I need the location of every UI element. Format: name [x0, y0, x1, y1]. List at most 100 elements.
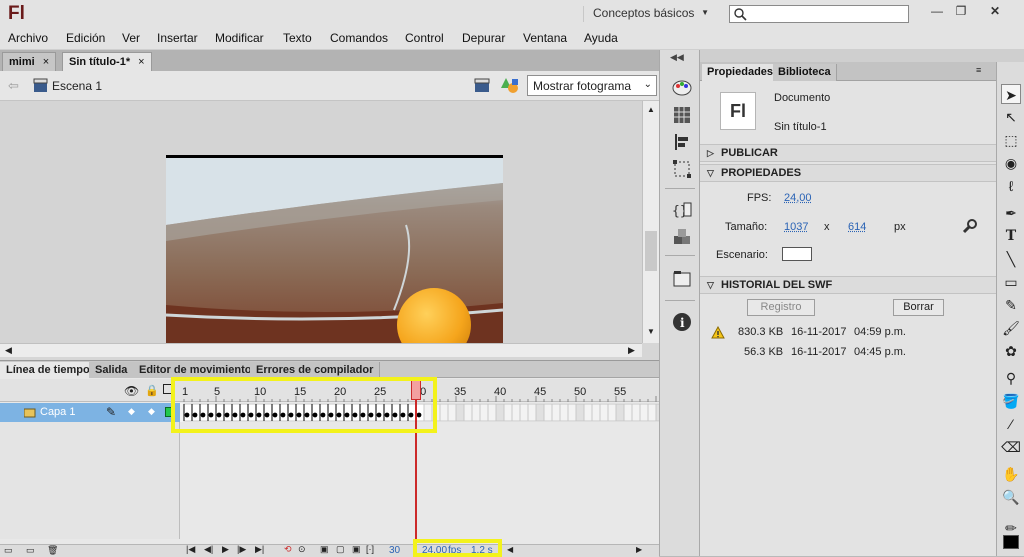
scroll-right-icon[interactable]: ▶ — [628, 345, 635, 356]
layer-name[interactable]: Capa 1 — [40, 406, 75, 418]
pencil-tool-icon[interactable]: ✎ — [1001, 295, 1021, 315]
frame-cell[interactable] — [591, 403, 601, 422]
menu-edicion[interactable]: Edición — [66, 31, 105, 45]
section-properties[interactable]: ▽ PROPIEDADES — [700, 164, 996, 182]
frame-cell[interactable] — [471, 403, 481, 422]
tab-compiler-errors[interactable]: Errores de compilador — [250, 362, 381, 378]
menu-texto[interactable]: Texto — [283, 31, 312, 45]
eraser-tool-icon[interactable]: ⌫ — [1001, 437, 1021, 457]
frame-cell[interactable] — [607, 403, 617, 422]
step-back-icon[interactable]: ◀| — [204, 544, 213, 555]
scroll-left-icon[interactable]: ◀ — [507, 545, 513, 554]
edit-symbols-icon[interactable] — [500, 76, 522, 96]
scroll-right-icon[interactable]: ▶ — [636, 545, 642, 554]
stage-horizontal-scrollbar[interactable]: ◀ ▶ — [0, 343, 642, 357]
wrench-icon[interactable] — [961, 219, 977, 235]
color-palette-icon[interactable] — [672, 78, 692, 98]
frame-cell[interactable] — [447, 403, 457, 422]
frame-cell[interactable] — [519, 403, 529, 422]
frame-cell[interactable] — [503, 403, 513, 422]
menu-ver[interactable]: Ver — [122, 31, 140, 45]
scroll-down-icon[interactable]: ▼ — [647, 327, 655, 336]
hand-tool-icon[interactable]: ✋ — [1001, 464, 1021, 484]
stage-color-swatch[interactable] — [782, 247, 812, 261]
log-button[interactable]: Registro — [747, 299, 815, 316]
align-icon[interactable] — [672, 132, 692, 152]
step-forward-icon[interactable]: |▶ — [237, 544, 246, 555]
edit-multiple-icon[interactable]: ▣ — [352, 544, 361, 555]
loop-icon[interactable]: ⟲ — [284, 544, 292, 555]
menu-ventana[interactable]: Ventana — [523, 31, 567, 45]
onion-outline-icon[interactable]: ▢ — [336, 544, 345, 555]
menu-insertar[interactable]: Insertar — [157, 31, 198, 45]
swatches-icon[interactable] — [672, 105, 692, 125]
frame-cell[interactable] — [511, 403, 521, 422]
info-icon[interactable]: i — [672, 312, 692, 332]
play-icon[interactable]: ▶ — [222, 544, 229, 555]
edit-scene-icon[interactable] — [474, 77, 492, 95]
back-arrow-icon[interactable]: ⇦ — [8, 78, 19, 94]
tab-library[interactable]: Biblioteca — [773, 64, 837, 81]
pen-tool-icon[interactable]: ✒ — [1001, 203, 1021, 223]
selection-tool-icon[interactable]: ➤ — [1001, 84, 1021, 104]
frame-cell[interactable] — [599, 403, 609, 422]
restore-button[interactable]: ❐ — [946, 1, 976, 21]
trash-icon[interactable]: 🗑 — [47, 545, 58, 556]
frame-cell[interactable] — [559, 403, 569, 422]
frame-cell[interactable] — [639, 403, 649, 422]
collapse-icon[interactable]: ◀◀ — [670, 52, 684, 63]
panel-menu-icon[interactable]: ≡ — [976, 65, 981, 75]
tab-timeline[interactable]: Línea de tiempo — [0, 362, 97, 378]
frame-cell[interactable] — [543, 403, 553, 422]
lock-icon[interactable]: 🔒 — [145, 384, 159, 397]
menu-comandos[interactable]: Comandos — [330, 31, 388, 45]
frame-cell[interactable] — [487, 403, 497, 422]
menu-modificar[interactable]: Modificar — [215, 31, 264, 45]
paint-bucket-tool-icon[interactable]: 🪣 — [1001, 391, 1021, 411]
fill-color-icon[interactable] — [1001, 534, 1021, 554]
frame-cell[interactable] — [631, 403, 641, 422]
lock-dot[interactable]: ◆ — [148, 406, 155, 417]
stage-vertical-scrollbar[interactable]: ▲ ▼ — [642, 101, 659, 343]
layer-row[interactable]: Capa 1 ✎ ◆ ◆ — [0, 403, 180, 422]
section-swf-history[interactable]: ▽ HISTORIAL DEL SWF — [700, 276, 996, 294]
frame-cell[interactable] — [463, 403, 473, 422]
frame-cell[interactable] — [567, 403, 577, 422]
view-select[interactable]: Mostrar fotograma ⌄ — [527, 75, 657, 96]
go-last-icon[interactable]: ▶| — [255, 544, 264, 555]
3d-rotation-tool-icon[interactable]: ◉ — [1001, 153, 1021, 173]
library-icon[interactable] — [672, 269, 692, 289]
components-icon[interactable] — [672, 227, 692, 247]
deco-tool-icon[interactable]: ✿ — [1001, 341, 1021, 361]
menu-archivo[interactable]: Archivo — [8, 31, 48, 45]
menu-depurar[interactable]: Depurar — [462, 31, 505, 45]
height-value[interactable]: 614 — [848, 221, 866, 233]
new-layer-icon[interactable]: ▭ — [4, 545, 13, 556]
tab-output[interactable]: Salida — [89, 362, 135, 378]
brush-tool-icon[interactable]: 🖌 — [1001, 318, 1021, 338]
visibility-dot[interactable]: ◆ — [128, 406, 135, 417]
stage-canvas[interactable] — [166, 155, 503, 354]
search-input[interactable] — [729, 5, 909, 23]
tab-properties[interactable]: Propiedades — [702, 64, 780, 81]
close-window-button[interactable]: ✕ — [980, 1, 1010, 21]
tab-mimi[interactable]: mimi × — [2, 52, 57, 71]
center-frame-icon[interactable]: ⊙ — [298, 544, 306, 555]
section-publish[interactable]: ▷ PUBLICAR — [700, 144, 996, 162]
onion-skin-icon[interactable]: ▣ — [320, 544, 329, 555]
tab-motion-editor[interactable]: Editor de movimiento — [133, 362, 259, 378]
go-first-icon[interactable]: |◀ — [186, 544, 195, 555]
rectangle-tool-icon[interactable]: ▭ — [1001, 272, 1021, 292]
tab-sin-titulo[interactable]: Sin título-1* × — [62, 52, 152, 71]
frame-cell[interactable] — [623, 403, 633, 422]
new-folder-icon[interactable]: ▭ — [26, 545, 35, 556]
text-tool-icon[interactable]: T — [1001, 226, 1021, 246]
frame-cell[interactable] — [647, 403, 657, 422]
bone-tool-icon[interactable]: ⚲ — [1001, 368, 1021, 388]
code-snippets-icon[interactable]: {} — [672, 200, 692, 220]
subselection-tool-icon[interactable]: ↖ — [1001, 107, 1021, 127]
menu-control[interactable]: Control — [405, 31, 444, 45]
fps-value[interactable]: 24,00 — [784, 192, 812, 204]
current-frame[interactable]: 30 — [389, 545, 400, 556]
close-icon[interactable]: × — [43, 56, 49, 68]
